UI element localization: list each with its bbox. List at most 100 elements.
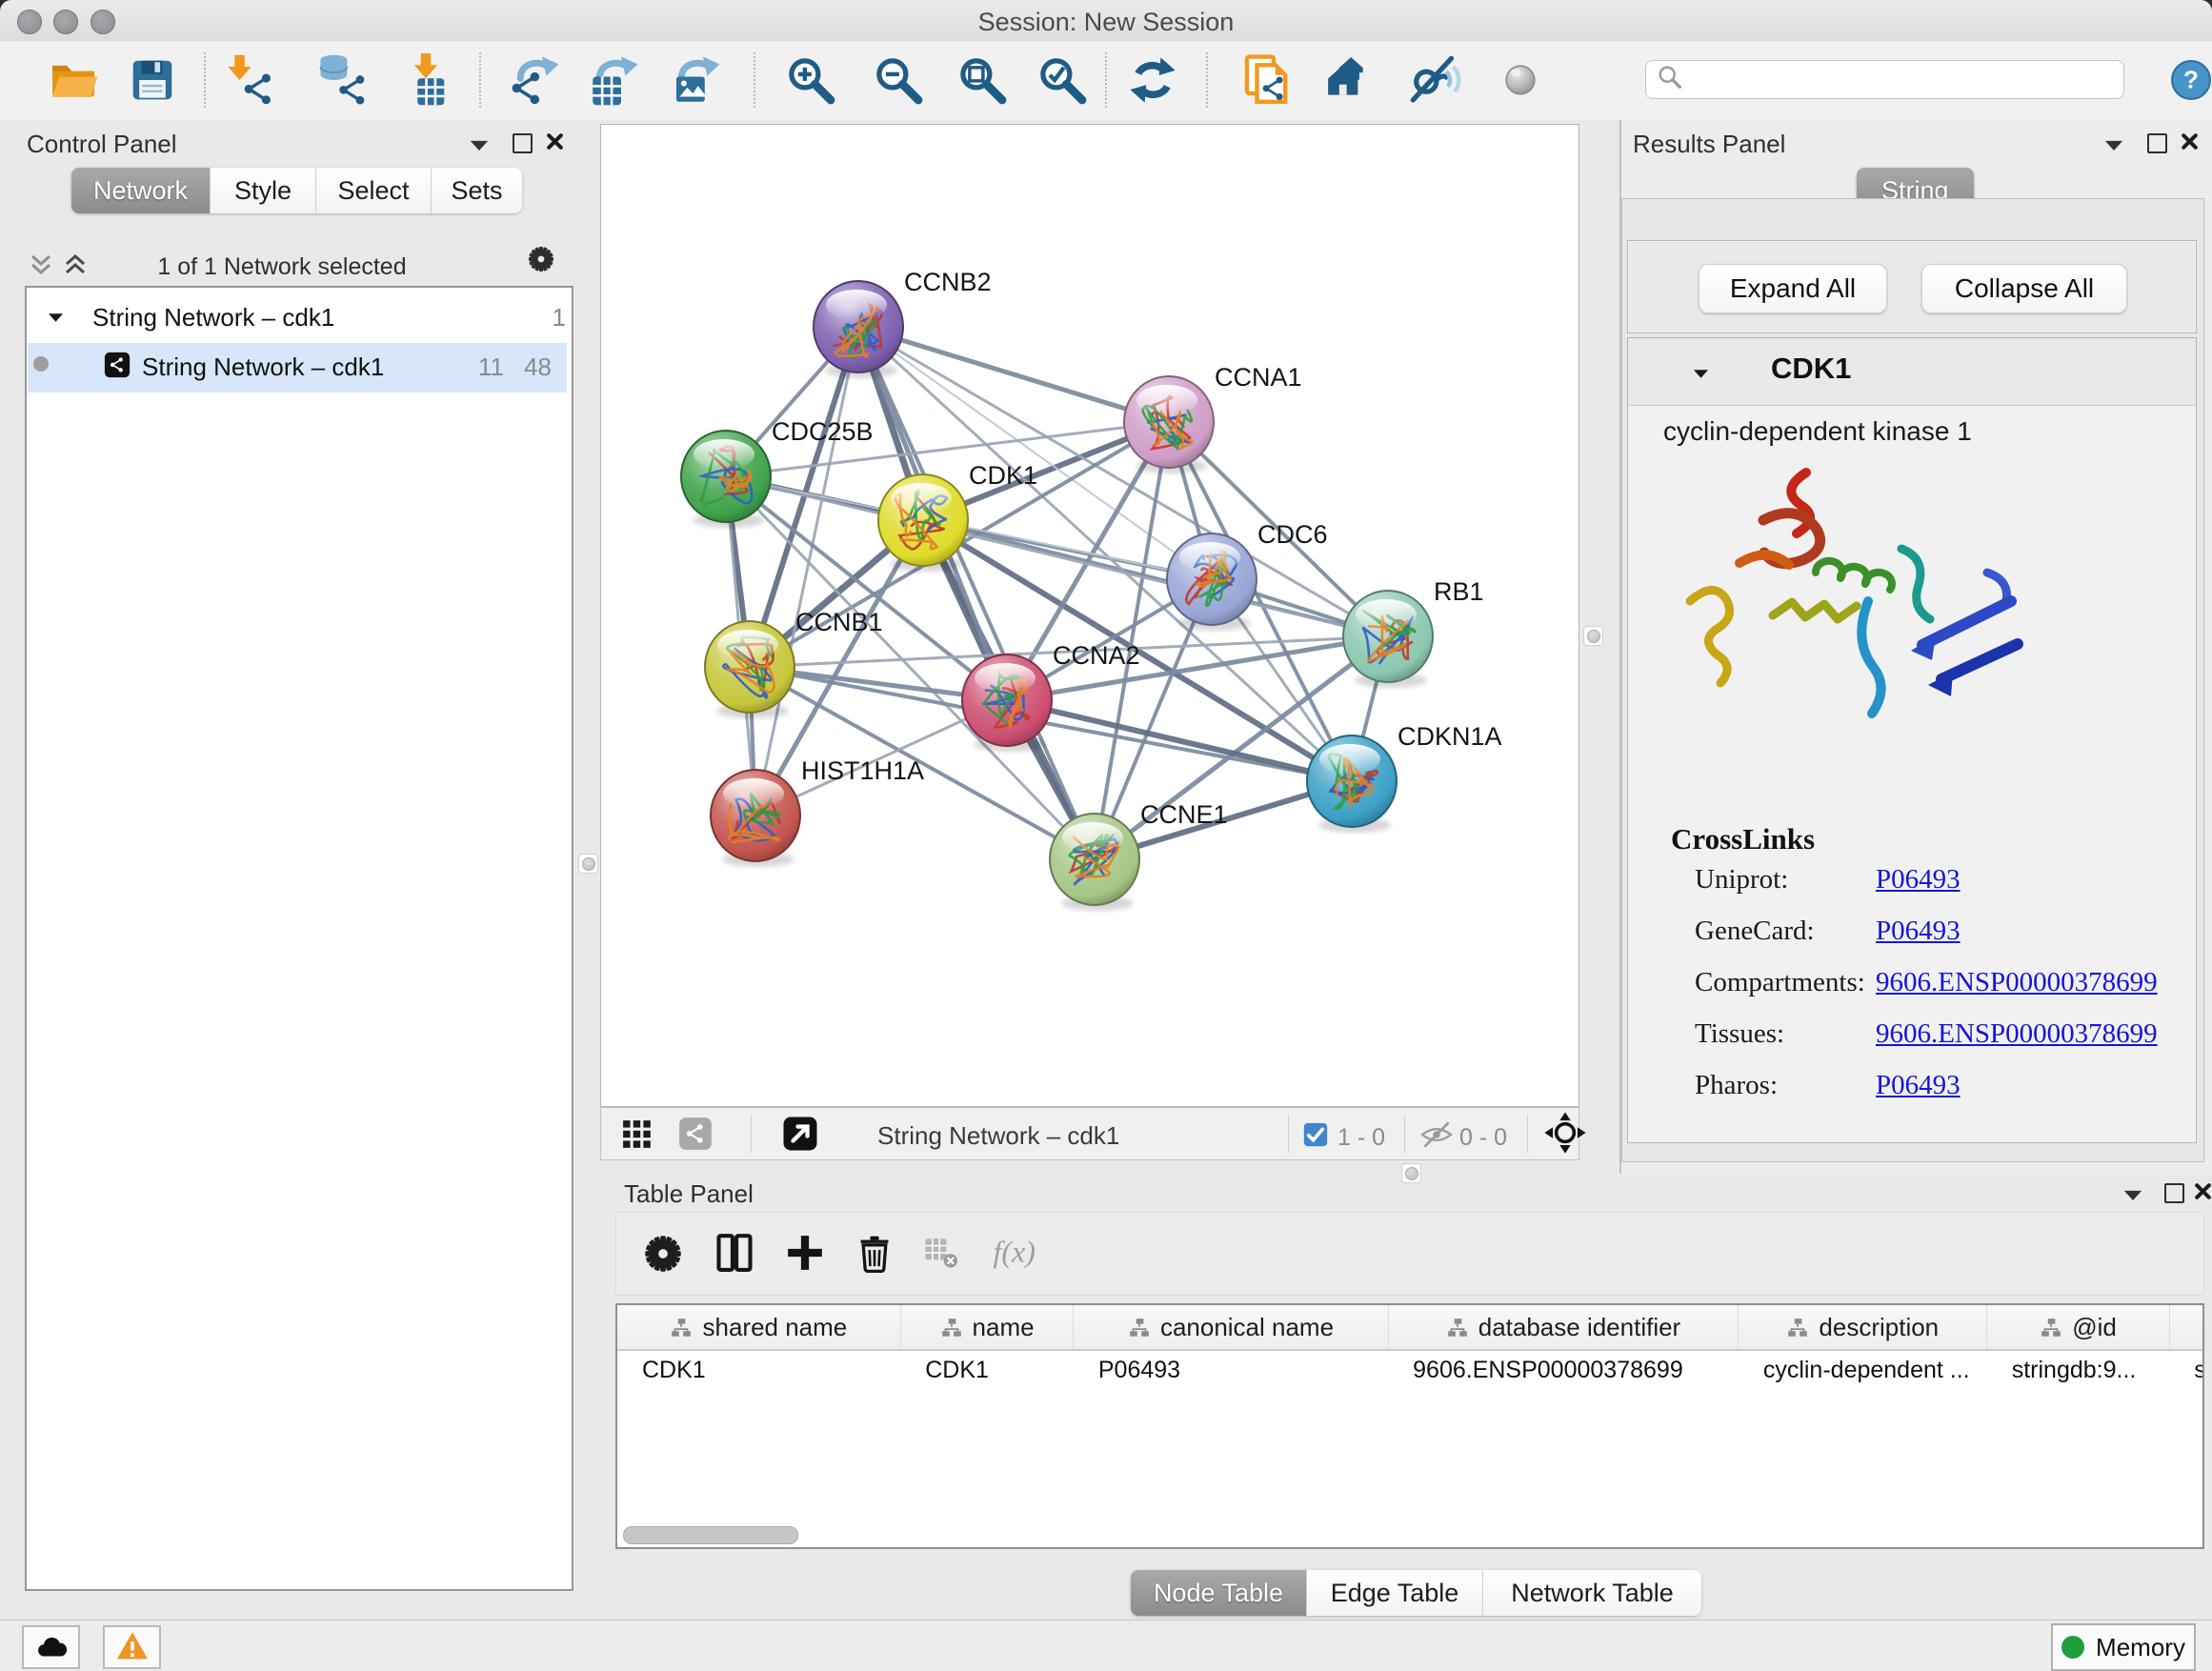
column-header[interactable]: namespac <box>2169 1305 2204 1350</box>
tab-network[interactable]: Network <box>71 168 211 213</box>
control-panel-collapse-icon[interactable] <box>469 139 490 156</box>
column-header[interactable]: name <box>900 1305 1074 1350</box>
fit-selected-button[interactable] <box>1543 1111 1587 1159</box>
table-panel-close-button[interactable] <box>2194 1182 2212 1205</box>
save-session-button[interactable] <box>125 52 180 108</box>
import-network-button[interactable] <box>222 52 277 108</box>
memory-status-icon <box>2061 1636 2084 1659</box>
network-node-CDKN1A[interactable]: CDKN1A <box>1307 722 1502 833</box>
crosslink-row: Compartments:9606.ENSP00000378699 <box>1695 967 2171 998</box>
crosslink-value-link[interactable]: 9606.ENSP00000378699 <box>1876 1018 2158 1050</box>
network-node-CDC25B[interactable]: CDC25B <box>681 417 874 528</box>
crosslink-label: Uniprot: <box>1695 864 1876 896</box>
crosslink-label: GeneCard: <box>1695 916 1876 947</box>
table-panel-tabs: Node TableEdge TableNetwork Table <box>1131 1570 1701 1616</box>
network-collection-row[interactable]: String Network – cdk1 1 <box>27 293 568 343</box>
svg-text:?: ? <box>2183 65 2199 93</box>
network-node-RB1[interactable]: RB1 <box>1343 577 1484 688</box>
svg-text:f(x): f(x) <box>993 1235 1035 1269</box>
results-panel-close-button[interactable] <box>2181 132 2199 155</box>
bottom-splitter-handle[interactable] <box>1401 1163 1421 1183</box>
crosslink-value-link[interactable]: P06493 <box>1876 864 1961 896</box>
memory-button[interactable]: Memory <box>2051 1623 2196 1671</box>
table-row[interactable]: CDK1CDK1P064939606.ENSP00000378699cyclin… <box>617 1350 2204 1389</box>
network-node-HIST1H1A[interactable]: HIST1H1A <box>711 756 924 867</box>
zoom-in-button[interactable] <box>783 52 838 108</box>
string-network-icon <box>104 352 131 383</box>
node-result-collapse-icon[interactable] <box>1693 367 1709 384</box>
detach-view-button[interactable] <box>781 1115 819 1158</box>
open-session-button[interactable] <box>46 52 101 108</box>
network-node-CCNE1[interactable]: CCNE1 <box>1050 800 1228 911</box>
tab-select[interactable]: Select <box>316 168 432 213</box>
results-panel-title: Results Panel <box>1633 130 1785 159</box>
hide-charts-button[interactable] <box>1407 52 1462 108</box>
control-panel-title: Control Panel <box>27 130 177 159</box>
import-network-database-button[interactable] <box>315 52 371 108</box>
crosslink-value-link[interactable]: P06493 <box>1876 1070 1961 1101</box>
node-label: CCNB2 <box>904 268 992 296</box>
help-button[interactable]: ? <box>2170 59 2212 106</box>
table-horizontal-scrollbar[interactable] <box>623 1526 798 1544</box>
table-panel-collapse-icon[interactable] <box>2122 1189 2143 1206</box>
tab-node-table[interactable]: Node Table <box>1131 1570 1307 1616</box>
collection-label: String Network – cdk1 <box>92 303 334 332</box>
export-image-button[interactable] <box>669 52 724 108</box>
delete-column-icon[interactable] <box>855 1232 895 1280</box>
memory-label: Memory <box>2096 1633 2185 1662</box>
network-options-gear-icon[interactable] <box>526 244 556 279</box>
string-import-button[interactable] <box>1239 52 1295 108</box>
cybrowser-button[interactable] <box>1321 52 1377 108</box>
network-row-selected[interactable]: String Network – cdk1 11 48 <box>28 343 567 393</box>
network-node-CCNA1[interactable]: CCNA1 <box>1124 363 1302 473</box>
table-options-gear-icon[interactable] <box>641 1232 685 1280</box>
export-network-button[interactable] <box>508 52 563 108</box>
collection-count: 1 <box>522 303 566 332</box>
zoom-selected-button[interactable] <box>1035 52 1090 108</box>
tab-style[interactable]: Style <box>211 168 316 213</box>
expand-all-button[interactable]: Expand All <box>1699 264 1887 313</box>
hidden-items-icon[interactable] <box>1419 1120 1454 1154</box>
column-header[interactable]: database identifier <box>1388 1305 1739 1350</box>
create-column-icon[interactable] <box>784 1232 826 1278</box>
results-panel-float-button[interactable] <box>2147 133 2167 153</box>
collection-expand-icon[interactable] <box>48 311 64 328</box>
import-table-button[interactable] <box>398 52 453 108</box>
column-header[interactable]: description <box>1739 1305 1987 1350</box>
left-splitter-handle[interactable] <box>578 854 598 874</box>
tab-network-table[interactable]: Network Table <box>1483 1570 1701 1616</box>
collapse-all-button[interactable]: Collapse All <box>1921 264 2127 313</box>
search-input[interactable] <box>1684 66 2123 94</box>
apply-layout-button[interactable] <box>1125 52 1180 108</box>
node-label: CDC25B <box>772 417 874 446</box>
network-view-canvas[interactable]: CCNB2 CCNA1 CDC25B CDK1 CDC6 <box>600 124 1579 1107</box>
warnings-button[interactable] <box>103 1625 161 1669</box>
control-panel-close-button[interactable] <box>546 132 564 155</box>
table-cell: CDK1 <box>617 1350 900 1389</box>
show-columns-icon[interactable] <box>714 1232 755 1278</box>
toolbar-separator <box>204 52 206 108</box>
zoom-fit-button[interactable] <box>955 52 1010 108</box>
zoom-out-button[interactable] <box>871 52 926 108</box>
crosslink-value-link[interactable]: 9606.ENSP00000378699 <box>1876 967 2158 998</box>
toolbar-separator <box>1105 52 1107 108</box>
column-header[interactable]: @id <box>1987 1305 2170 1350</box>
node-result-header[interactable]: CDK1 <box>1628 338 2196 406</box>
column-header[interactable]: shared name <box>617 1305 900 1350</box>
network-view-icon[interactable] <box>678 1117 713 1156</box>
tab-edge-table[interactable]: Edge Table <box>1307 1570 1483 1616</box>
results-panel-collapse-icon[interactable] <box>2103 139 2124 156</box>
control-panel-float-button[interactable] <box>513 133 533 153</box>
column-header[interactable]: canonical name <box>1074 1305 1388 1350</box>
right-splitter-handle[interactable] <box>1583 626 1603 646</box>
tab-sets[interactable]: Sets <box>432 168 522 213</box>
node-label: CDKN1A <box>1398 722 1502 751</box>
table-cell: stringdb <box>2169 1350 2204 1389</box>
inspector-button[interactable] <box>1493 52 1548 108</box>
export-table-button[interactable] <box>587 52 642 108</box>
table-panel-float-button[interactable] <box>2164 1183 2184 1203</box>
crosslink-value-link[interactable]: P06493 <box>1876 916 1961 947</box>
network-grid-view-button[interactable] <box>621 1118 654 1156</box>
selected-nodes-checkbox[interactable] <box>1303 1122 1328 1152</box>
automation-cloud-button[interactable] <box>22 1625 80 1669</box>
